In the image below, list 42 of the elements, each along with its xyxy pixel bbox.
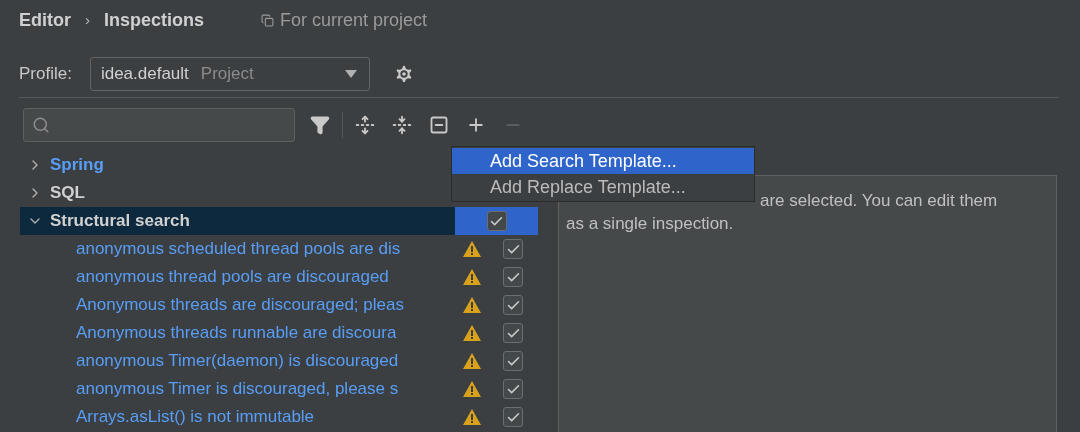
checkbox[interactable] [503,295,523,315]
checkbox[interactable] [503,267,523,287]
breadcrumb-separator: › [85,9,90,30]
breadcrumb-item[interactable]: Editor [19,6,71,34]
checkbox[interactable] [503,379,523,399]
checkbox[interactable] [486,211,507,231]
checkbox[interactable] [503,323,523,343]
scope-label: For current project [280,8,428,32]
search-icon [32,115,50,134]
inspection-label: anonymous thread pools are discouraged [76,267,389,287]
tree-row[interactable]: anonymous Timer(daemon) is discouraged [20,347,538,375]
tree-row[interactable]: anonymous scheduled thread pools are dis [20,235,538,263]
category-label: Spring [50,154,104,177]
checkbox[interactable] [503,351,523,371]
menu-item[interactable]: Add Replace Template... [452,174,754,200]
tree-row[interactable]: anonymous Timer is discouraged, please s [20,375,538,403]
copy-icon [261,13,275,27]
inspection-label: anonymous Timer is discouraged, please s [76,379,399,399]
profile-label: Profile: [19,63,72,86]
inspection-label: Anonymous threads are discouraged; pleas [76,295,404,315]
inspection-label: Arrays.asList() is not immutable [76,407,315,427]
search-field[interactable] [23,107,295,142]
checkbox[interactable] [503,407,523,427]
profile-dropdown[interactable]: idea.default Project [89,57,370,91]
tree-row[interactable]: Arrays.asList() is not immutable [20,403,538,431]
tree-row[interactable]: Anonymous threads runnable are discoura [20,319,538,347]
profile-value: idea.default [100,63,189,86]
tree-row[interactable]: Anonymous threads are discouraged; pleas [20,291,538,319]
description-text: are selected. You can edit them [760,190,998,211]
category-label: SQL [50,182,85,205]
tree-row[interactable]: Structural search [20,207,538,235]
description-text: as a single inspection. [566,213,734,234]
breadcrumb-item[interactable]: Inspections [104,6,205,34]
inspection-label: Anonymous threads runnable are discoura [76,323,397,343]
dropdown-caret-icon [344,70,357,78]
checkbox[interactable] [503,239,523,259]
inspection-label: anonymous Timer(daemon) is discouraged [76,351,399,371]
tree-row[interactable]: anonymous thread pools are discouraged [20,263,538,291]
profile-scope: Project [200,63,254,86]
inspection-label: anonymous scheduled thread pools are dis [76,239,401,259]
menu-item[interactable]: Add Search Template... [452,148,754,174]
category-label: Structural search [50,210,190,233]
